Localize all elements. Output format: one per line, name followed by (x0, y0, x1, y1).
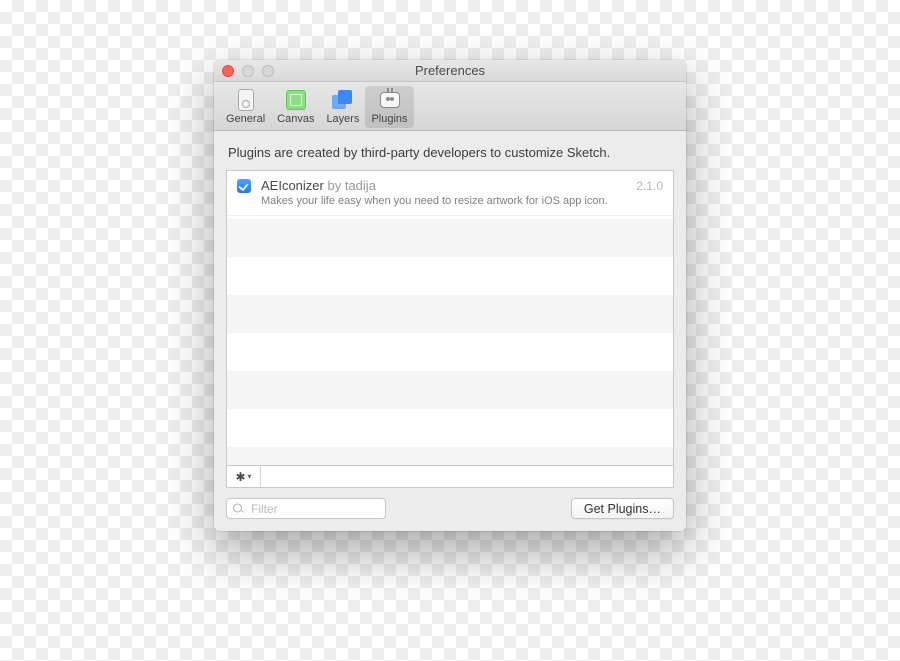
filter-search (226, 498, 386, 519)
gear-icon: ✱ (235, 470, 245, 484)
plugin-actions-menu[interactable]: ✱▾ (227, 466, 261, 487)
zoom-button[interactable] (262, 65, 274, 77)
general-icon (238, 89, 254, 111)
plugin-title: AEIconizer by tadija (261, 178, 626, 193)
content-pane: Plugins are created by third-party devel… (214, 131, 686, 531)
filter-input[interactable] (226, 498, 386, 519)
preferences-window: Preferences General Canvas Layers Plugin… (214, 60, 686, 531)
tab-layers-label: Layers (326, 113, 359, 125)
tab-canvas[interactable]: Canvas (271, 86, 320, 128)
chevron-down-icon: ▾ (248, 472, 252, 481)
titlebar[interactable]: Preferences (214, 60, 686, 82)
search-icon (233, 503, 244, 514)
plugin-name: AEIconizer (261, 178, 324, 193)
tab-general-label: General (226, 113, 265, 125)
close-button[interactable] (222, 65, 234, 77)
plugin-row[interactable]: AEIconizer by tadija Makes your life eas… (227, 171, 673, 216)
plugin-version: 2.1.0 (636, 178, 663, 207)
empty-rows (227, 219, 673, 465)
tab-plugins-label: Plugins (371, 113, 407, 125)
list-footer: ✱▾ (226, 466, 674, 488)
traffic-lights (222, 65, 274, 77)
list-footer-spacer (261, 466, 673, 487)
intro-text: Plugins are created by third-party devel… (228, 145, 672, 160)
plugins-icon (380, 92, 400, 108)
tab-general[interactable]: General (220, 86, 271, 128)
layers-icon (332, 90, 354, 110)
minimize-button[interactable] (242, 65, 254, 77)
get-plugins-button[interactable]: Get Plugins… (571, 498, 674, 519)
toolbar: General Canvas Layers Plugins (214, 82, 686, 131)
plugin-list[interactable]: AEIconizer by tadija Makes your life eas… (226, 170, 674, 466)
plugin-enabled-checkbox[interactable] (237, 179, 251, 193)
tab-canvas-label: Canvas (277, 113, 314, 125)
get-plugins-label: Get Plugins… (584, 502, 661, 516)
bottom-row: Get Plugins… (226, 498, 674, 519)
plugin-description: Makes your life easy when you need to re… (261, 195, 626, 207)
plugin-by-prefix: by (324, 178, 345, 193)
plugin-info: AEIconizer by tadija Makes your life eas… (261, 178, 626, 207)
tab-plugins[interactable]: Plugins (365, 86, 413, 128)
window-title: Preferences (415, 63, 485, 78)
tab-layers[interactable]: Layers (320, 86, 365, 128)
canvas-icon (286, 90, 306, 110)
plugin-author: tadija (345, 178, 376, 193)
